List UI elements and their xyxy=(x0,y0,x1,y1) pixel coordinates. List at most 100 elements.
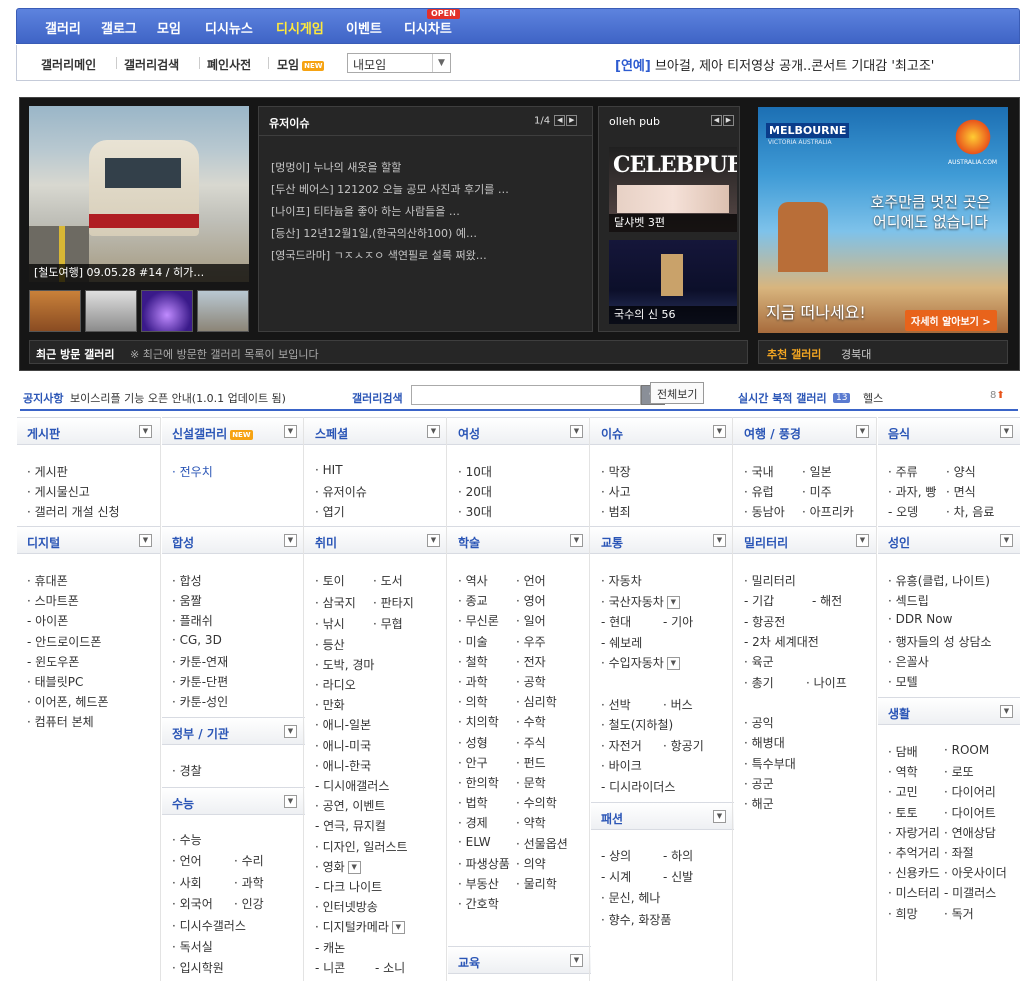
category-item[interactable]: · 라디오 xyxy=(315,676,356,693)
chevron-down-icon[interactable]: ▼ xyxy=(713,425,726,438)
user-issue-item[interactable]: [영국드라마] ㄱㅈㅅㅈㅇ 색연필로 설록 쩌왔… xyxy=(271,247,487,263)
category-item[interactable]: · 무신론 xyxy=(458,612,499,629)
category-item[interactable]: · 디자인, 일러스트 xyxy=(315,838,408,855)
category-item[interactable]: · 총기 xyxy=(744,674,774,691)
category-item[interactable]: · 파생상품 xyxy=(458,855,510,872)
chevron-down-icon[interactable]: ▼ xyxy=(1000,425,1013,438)
category-item[interactable]: · 역사 xyxy=(458,572,488,589)
category-item[interactable]: · 미주 xyxy=(802,483,832,500)
category-item[interactable]: · 한의학 xyxy=(458,774,499,791)
category-item[interactable]: · 수입자동차 ▼ xyxy=(601,654,680,671)
user-issue-item[interactable]: [등산] 12년12월1일,(한국의산하100) 예… xyxy=(271,225,477,241)
category-item[interactable]: · 차, 음료 xyxy=(946,503,994,520)
category-item[interactable]: · 선박 xyxy=(601,696,631,713)
category-item[interactable]: · 등산 xyxy=(315,636,345,653)
category-item[interactable]: - 디시라이더스 xyxy=(601,778,675,795)
category-item[interactable]: · 의학 xyxy=(458,693,488,710)
category-item[interactable]: · 외국어 xyxy=(172,895,213,912)
category-item[interactable]: · 행자들의 성 상담소 xyxy=(888,633,992,650)
nav-gallery[interactable]: 갤러리 xyxy=(45,18,81,37)
category-item[interactable]: · 양식 xyxy=(946,463,976,480)
category-item[interactable]: - 디시애갤러스 xyxy=(315,777,389,794)
category-item[interactable]: · 30대 xyxy=(458,503,492,520)
category-item[interactable]: · 유저이슈 xyxy=(315,483,367,500)
feature-thumb-4[interactable] xyxy=(197,290,249,332)
category-item[interactable]: · 치의학 xyxy=(458,713,499,730)
category-item[interactable]: - 안드로이드폰 xyxy=(27,633,101,650)
category-item[interactable]: · ROOM xyxy=(944,743,989,757)
category-item[interactable]: · 무협 xyxy=(373,615,403,632)
category-item[interactable]: · 자랑거리 xyxy=(888,824,940,841)
category-item[interactable]: · 국내 xyxy=(744,463,774,480)
category-item[interactable]: · 카툰-연재 xyxy=(172,653,228,670)
category-item[interactable]: · 심리학 xyxy=(516,693,557,710)
category-item[interactable]: · 전자 xyxy=(516,653,546,670)
category-item[interactable]: · 과자, 빵 xyxy=(888,483,936,500)
feature-thumb-3[interactable] xyxy=(141,290,193,332)
category-item[interactable]: · 태블릿PC xyxy=(27,673,83,690)
chevron-down-icon[interactable]: ▼ xyxy=(284,534,297,547)
prev-icon[interactable]: ◀ xyxy=(711,115,722,126)
category-item[interactable]: · 언어 xyxy=(172,852,202,869)
user-issue-item[interactable]: [나이프] 티타늄을 좋아 하는 사람들을 … xyxy=(271,203,460,219)
chevron-down-icon[interactable]: ▼ xyxy=(666,657,680,671)
category-item[interactable]: · 10대 xyxy=(458,463,492,480)
nav-dcchart[interactable]: 디시차트 xyxy=(404,18,452,37)
category-item[interactable]: · 담배 xyxy=(888,743,918,760)
category-item[interactable]: · 자전거 xyxy=(601,737,642,754)
category-title[interactable]: 교육 xyxy=(458,954,480,971)
category-item[interactable]: · 독거 xyxy=(944,905,974,922)
category-item[interactable]: - 기갑 xyxy=(744,592,774,609)
category-item[interactable]: · 추억거리 xyxy=(888,844,940,861)
category-item[interactable]: · 다이어트 xyxy=(944,804,996,821)
category-item[interactable]: · 카툰-성인 xyxy=(172,693,228,710)
category-item[interactable]: · 다이어리 xyxy=(944,783,996,800)
category-item[interactable]: · HIT xyxy=(315,463,343,477)
realtime-value[interactable]: 헬스 xyxy=(863,390,883,406)
category-item[interactable]: · 아프리카 xyxy=(802,503,854,520)
category-item[interactable]: · 20대 xyxy=(458,483,492,500)
category-item[interactable]: · 게시물신고 xyxy=(27,483,90,500)
category-item[interactable]: · 나이프 xyxy=(806,674,847,691)
category-item[interactable]: · 도박, 경마 xyxy=(315,656,374,673)
chevron-down-icon[interactable]: ▼ xyxy=(570,425,583,438)
category-item[interactable]: · 은꼴사 xyxy=(888,653,929,670)
category-item[interactable]: · 낚시 xyxy=(315,615,345,632)
category-item[interactable]: · 우주 xyxy=(516,633,546,650)
category-item[interactable]: · 약학 xyxy=(516,814,546,831)
hot-news-ticker[interactable]: [연예] 브아걸, 제아 티저영상 공개..콘서트 기대감 '최고조' xyxy=(615,55,934,74)
feature-thumb-1[interactable] xyxy=(29,290,81,332)
category-item[interactable]: - 소니 xyxy=(375,959,405,976)
category-item[interactable]: · 디시수갤러스 xyxy=(172,917,246,934)
category-item[interactable]: · 영어 xyxy=(516,592,546,609)
category-item[interactable]: · 합성 xyxy=(172,572,202,589)
category-item[interactable]: · 게시판 xyxy=(27,463,68,480)
category-title[interactable]: 음식 xyxy=(888,425,910,442)
category-item[interactable]: · 애니-일본 xyxy=(315,716,371,733)
category-title[interactable]: 취미 xyxy=(315,534,337,551)
category-item[interactable]: · 막장 xyxy=(601,463,631,480)
prev-icon[interactable]: ◀ xyxy=(554,115,566,126)
category-title[interactable]: 게시판 xyxy=(27,425,60,442)
category-item[interactable]: · 고민 xyxy=(888,783,918,800)
category-item[interactable]: - 미갤러스 xyxy=(944,884,996,901)
category-title[interactable]: 성인 xyxy=(888,534,910,551)
category-item[interactable]: · 수학 xyxy=(516,713,546,730)
category-title[interactable]: 수능 xyxy=(172,795,194,812)
ad-more-button[interactable]: 자세히 알아보기 > xyxy=(905,310,997,331)
chevron-down-icon[interactable]: ▼ xyxy=(570,534,583,547)
category-item[interactable]: · 과학 xyxy=(234,874,264,891)
category-item[interactable]: - 시계 xyxy=(601,868,631,885)
user-issue-item[interactable]: [두산 베어스] 121202 오늘 공모 사진과 후기를 … xyxy=(271,181,509,197)
category-item[interactable]: · 해병대 xyxy=(744,734,785,751)
category-item[interactable]: · 문학 xyxy=(516,774,546,791)
chevron-down-icon[interactable]: ▼ xyxy=(856,534,869,547)
category-item[interactable]: · 모텔 xyxy=(888,673,918,690)
category-item[interactable]: · 육군 xyxy=(744,653,774,670)
next-icon[interactable]: ▶ xyxy=(723,115,734,126)
recommend-gallery-value[interactable]: 경북대 xyxy=(841,346,871,362)
chevron-down-icon[interactable]: ▼ xyxy=(1000,534,1013,547)
category-item[interactable]: - 항공전 xyxy=(744,613,785,630)
chevron-down-icon[interactable]: ▼ xyxy=(139,534,152,547)
category-item[interactable]: - 연극, 뮤지컬 xyxy=(315,817,386,834)
